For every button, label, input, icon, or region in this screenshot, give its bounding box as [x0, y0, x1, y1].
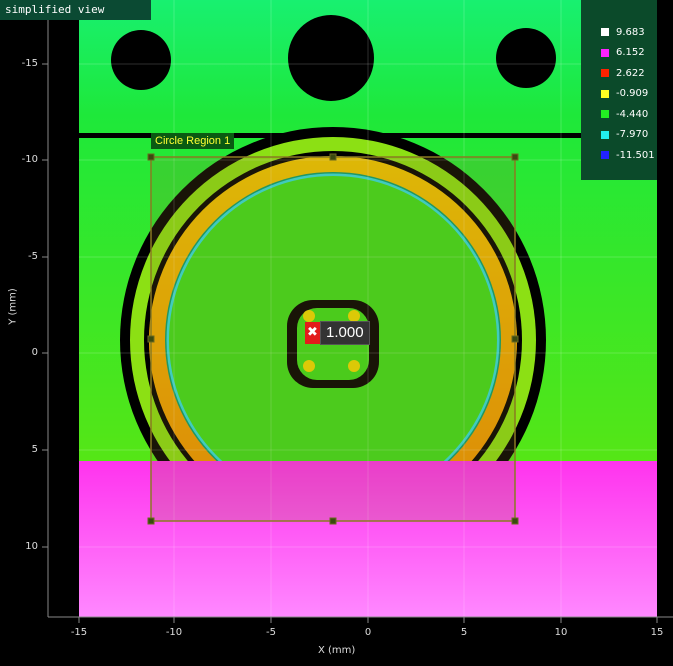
x-axis-label: X (mm) — [318, 645, 356, 656]
hole-center — [288, 15, 374, 101]
close-icon[interactable]: ✖ — [305, 322, 320, 344]
y-tick-label: 5 — [31, 444, 38, 455]
legend-label: -4.440 — [616, 108, 649, 120]
legend-label: -11.501 — [616, 149, 655, 161]
hole-left — [111, 30, 171, 90]
x-tick-label: 15 — [650, 627, 664, 638]
legend-item: 2.622 — [581, 63, 657, 84]
legend-swatch — [601, 110, 609, 119]
measurement-marker[interactable]: ✖ 1.000 — [305, 321, 370, 345]
legend-swatch — [601, 151, 609, 160]
y-tick-label: -15 — [21, 58, 38, 69]
legend-item: -7.970 — [581, 125, 657, 146]
legend-label: -0.909 — [616, 88, 649, 100]
legend-label: 9.683 — [616, 26, 645, 38]
legend-swatch — [601, 69, 609, 78]
color-legend: 9.683 6.152 2.622 -0.909 -4.440 -7.970 -… — [581, 0, 657, 180]
x-tick-label: 0 — [364, 627, 372, 638]
legend-item: -0.909 — [581, 84, 657, 105]
legend-swatch — [601, 89, 609, 98]
region-label[interactable]: Circle Region 1 — [151, 133, 235, 149]
marker-value: 1.000 — [320, 321, 370, 345]
legend-swatch — [601, 28, 609, 37]
x-tick-label: 10 — [554, 627, 568, 638]
legend-swatch — [601, 130, 609, 139]
legend-item: -4.440 — [581, 104, 657, 125]
x-tick-label: -15 — [70, 627, 88, 638]
y-tick-label: 10 — [25, 541, 38, 552]
hole-right — [496, 28, 556, 88]
y-axis-label: Y (mm) — [7, 288, 19, 325]
x-tick-label: -5 — [266, 627, 276, 638]
legend-label: -7.970 — [616, 129, 649, 141]
legend-item: 9.683 — [581, 22, 657, 43]
y-tick-label: -10 — [21, 154, 38, 165]
legend-swatch — [601, 48, 609, 57]
y-tick-label: -5 — [28, 251, 38, 262]
y-tick-label: 0 — [31, 347, 38, 358]
x-tick-label: 5 — [460, 627, 468, 638]
view-mode-badge: simplified view — [0, 0, 151, 20]
x-tick-label: -10 — [165, 627, 183, 638]
plot-area — [79, 0, 657, 617]
legend-label: 6.152 — [616, 47, 645, 59]
legend-label: 2.622 — [616, 67, 645, 79]
legend-item: -11.501 — [581, 145, 657, 166]
legend-item: 6.152 — [581, 43, 657, 64]
